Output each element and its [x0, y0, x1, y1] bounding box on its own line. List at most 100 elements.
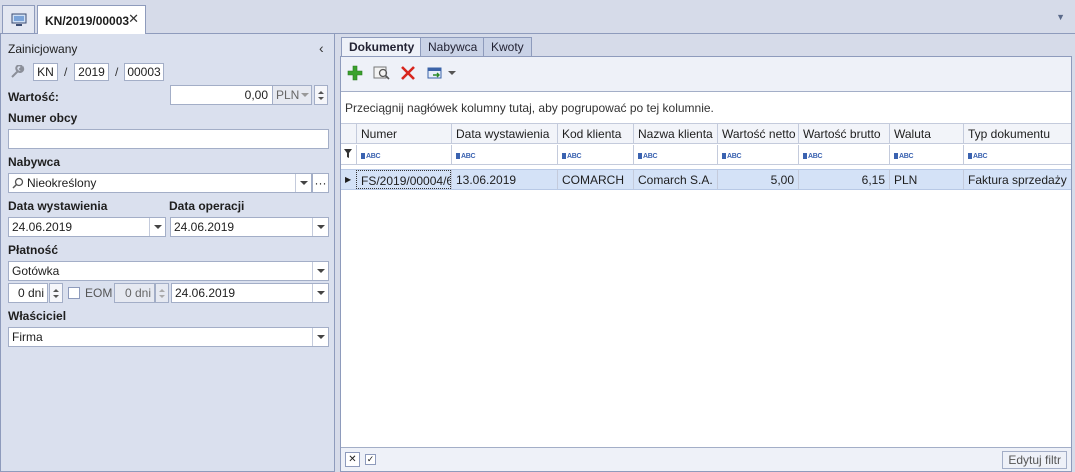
monitor-icon — [11, 13, 26, 26]
grid-header-row: Numer Data wystawienia Kod klienta Nazwa… — [341, 123, 1071, 144]
tab-kwoty[interactable]: Kwoty — [483, 37, 532, 57]
column-filter[interactable]: ABC — [717, 145, 798, 164]
eom-days-stepper[interactable] — [155, 283, 169, 303]
operation-date-value: 24.06.2019 — [174, 220, 235, 234]
payment-days-field[interactable]: 0 dni — [8, 283, 48, 303]
cell-typ-dokumentu[interactable]: Faktura sprzedaży — [963, 170, 1071, 189]
number-separator: / — [115, 65, 119, 79]
tab-list-dropdown-icon[interactable]: ▼ — [1056, 12, 1065, 22]
number-year-field[interactable]: 2019 — [74, 63, 109, 81]
payment-method-value: Gotówka — [12, 264, 60, 278]
payment-method-select[interactable]: Gotówka — [8, 261, 329, 281]
buyer-label: Nabywca — [8, 155, 61, 169]
tab-dokumenty[interactable]: Dokumenty — [341, 37, 423, 58]
grid-footer: ✕ ✓ Edytuj filtr — [341, 447, 1071, 471]
owner-label: Właściciel — [8, 309, 67, 323]
column-header[interactable]: Wartość netto — [717, 124, 798, 143]
chevron-down-icon[interactable] — [295, 174, 311, 192]
cell-wartosc-brutto[interactable]: 6,15 — [798, 170, 889, 189]
search-icon — [12, 177, 24, 189]
edit-filter-button[interactable]: Edytuj filtr — [1002, 451, 1067, 469]
value-field[interactable]: 0,00 — [170, 85, 273, 105]
buyer-value: Nieokreślony — [27, 176, 97, 190]
chevron-down-icon[interactable] — [312, 328, 328, 346]
document-status: Zainicjowany — [8, 42, 78, 56]
value-stepper[interactable] — [314, 85, 328, 105]
number-separator: / — [64, 65, 68, 79]
column-filter[interactable]: ABC — [889, 145, 963, 164]
chevron-down-icon[interactable] — [312, 218, 328, 236]
column-header[interactable]: Nazwa klienta — [633, 124, 717, 143]
chevron-down-icon[interactable] — [446, 64, 458, 82]
column-header[interactable]: Typ dokumentu — [963, 124, 1071, 143]
funnel-icon[interactable] — [341, 145, 356, 164]
foreign-number-field[interactable] — [8, 129, 329, 149]
chevron-down-icon[interactable] — [299, 86, 311, 104]
payment-days-stepper[interactable] — [49, 283, 63, 303]
row-indicator-icon: ▶ — [345, 175, 352, 184]
grid-filter-row: ABC ABC ABC ABC ABC ABC ABC ABC — [341, 145, 1071, 165]
operation-date-field[interactable]: 24.06.2019 — [170, 217, 329, 237]
payment-date-value: 24.06.2019 — [175, 286, 236, 300]
column-filter[interactable]: ABC — [798, 145, 889, 164]
column-filter[interactable]: ABC — [633, 145, 717, 164]
clear-filter-icon[interactable]: ✕ — [345, 452, 360, 467]
row-indicator-header — [341, 124, 356, 143]
preview-icon[interactable] — [372, 64, 390, 82]
column-filter[interactable]: ABC — [963, 145, 1071, 164]
eom-days-field[interactable]: 0 dni — [114, 283, 155, 303]
buyer-field[interactable]: Nieokreślony — [8, 173, 312, 193]
issue-date-label: Data wystawienia — [8, 199, 108, 213]
wrench-icon[interactable] — [10, 65, 26, 79]
tab-nabywca[interactable]: Nabywca — [420, 37, 486, 57]
documents-grid: Przeciągnij nagłówek kolumny tutaj, aby … — [341, 91, 1071, 447]
cell-wartosc-netto[interactable]: 5,00 — [717, 170, 798, 189]
owner-value: Firma — [12, 330, 43, 344]
issue-date-value: 24.06.2019 — [12, 220, 73, 234]
column-header[interactable]: Numer — [356, 124, 451, 143]
column-filter[interactable]: ABC — [356, 145, 451, 164]
payment-label: Płatność — [8, 243, 59, 257]
value-label: Wartość: — [8, 90, 59, 104]
eom-checkbox[interactable] — [68, 287, 80, 299]
table-row[interactable]: ▶ FS/2019/00004/6 13.06.2019 COMARCH Com… — [341, 169, 1071, 190]
tab-kn-document[interactable]: KN/2019/00003 ✕ — [37, 5, 146, 35]
home-tab[interactable] — [2, 5, 35, 33]
delete-icon[interactable] — [399, 64, 417, 82]
plus-icon[interactable] — [346, 64, 364, 82]
column-filter[interactable]: ABC — [451, 145, 557, 164]
currency-value: PLN — [276, 88, 300, 102]
number-sequence-field[interactable]: 00003 — [124, 63, 164, 81]
tab-title: KN/2019/00003 — [45, 13, 130, 28]
column-header[interactable]: Kod klienta — [557, 124, 633, 143]
cell-nazwa-klienta[interactable]: Comarch S.A. — [633, 170, 717, 189]
documents-panel: Przeciągnij nagłówek kolumny tutaj, aby … — [340, 56, 1072, 472]
column-header[interactable]: Data wystawienia — [451, 124, 557, 143]
buyer-more-button[interactable]: ··· — [312, 173, 329, 193]
export-icon[interactable] — [426, 64, 444, 82]
chevron-down-icon[interactable] — [312, 262, 328, 280]
chevron-down-icon[interactable] — [312, 284, 328, 302]
close-icon[interactable]: ✕ — [128, 11, 139, 27]
column-header[interactable]: Wartość brutto — [798, 124, 889, 143]
document-header-panel: Zainicjowany ‹ KN / 2019 / 00003 Wartość… — [0, 34, 335, 472]
cell-kod-klienta[interactable]: COMARCH — [557, 170, 633, 189]
cell-numer[interactable]: FS/2019/00004/6 — [356, 170, 451, 189]
eom-label: EOM — [85, 286, 113, 300]
document-tab-bar: KN/2019/00003 ✕ ▼ — [0, 0, 1075, 35]
chevron-down-icon[interactable] — [149, 218, 165, 236]
column-filter[interactable]: ABC — [557, 145, 633, 164]
group-hint: Przeciągnij nagłówek kolumny tutaj, aby … — [345, 101, 714, 115]
foreign-number-label: Numer obcy — [8, 111, 78, 125]
column-header[interactable]: Waluta — [889, 124, 963, 143]
chevron-left-icon[interactable]: ‹ — [319, 40, 324, 56]
filter-enabled-checkbox[interactable]: ✓ — [363, 452, 378, 467]
operation-date-label: Data operacji — [169, 199, 245, 213]
issue-date-field[interactable]: 24.06.2019 — [8, 217, 166, 237]
payment-date-field[interactable]: 24.06.2019 — [171, 283, 329, 303]
owner-select[interactable]: Firma — [8, 327, 329, 347]
cell-data-wystawienia[interactable]: 13.06.2019 — [451, 170, 557, 189]
number-prefix-field[interactable]: KN — [33, 63, 58, 81]
currency-select[interactable]: PLN — [272, 85, 312, 105]
cell-waluta[interactable]: PLN — [889, 170, 963, 189]
